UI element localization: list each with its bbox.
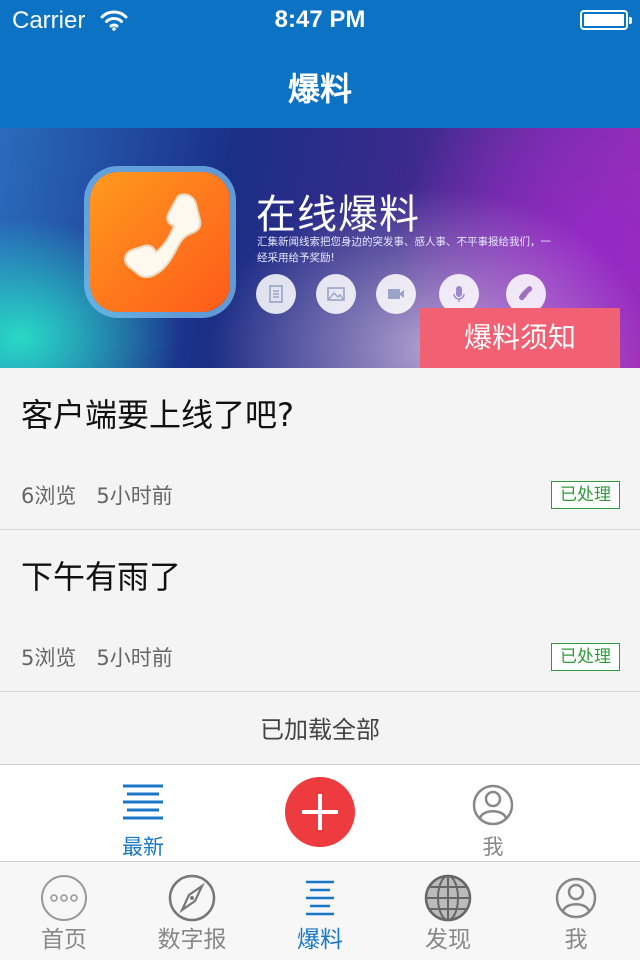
clock: 8:47 PM bbox=[274, 6, 366, 33]
document-icon[interactable] bbox=[256, 274, 296, 314]
item-title: 下午有雨了 bbox=[21, 558, 182, 596]
tab-label: 数字报 bbox=[157, 927, 227, 953]
me-tab[interactable]: 我 bbox=[433, 765, 553, 863]
item-views: 5浏览 bbox=[21, 646, 77, 670]
home-dots-icon bbox=[41, 875, 87, 921]
list-lines-icon bbox=[306, 880, 334, 916]
list-item[interactable]: 下午有雨了 5浏览 5小时前 已处理 bbox=[0, 530, 640, 692]
latest-tab[interactable]: 最新 bbox=[83, 765, 203, 863]
tab-bar: 首页 数字报 爆料 发现 我 bbox=[0, 862, 640, 960]
compass-icon bbox=[168, 874, 216, 922]
list-lines-icon bbox=[123, 784, 163, 820]
globe-icon bbox=[424, 874, 472, 922]
item-meta: 5浏览 5小时前 bbox=[21, 642, 173, 672]
video-icon[interactable] bbox=[376, 274, 416, 314]
list-footer: 已加载全部 bbox=[260, 716, 380, 744]
tab-me[interactable]: 我 bbox=[512, 862, 640, 960]
add-report-button[interactable] bbox=[285, 777, 355, 847]
top-bar: Carrier 8:47 PM 爆料 bbox=[0, 0, 640, 128]
tab-label: 发现 bbox=[425, 927, 471, 953]
item-meta: 6浏览 5小时前 bbox=[21, 480, 173, 510]
page-title: 爆料 bbox=[287, 70, 352, 108]
tab-digital-paper[interactable]: 数字报 bbox=[128, 862, 256, 960]
user-icon bbox=[555, 877, 597, 919]
me-label: 我 bbox=[482, 835, 504, 859]
tab-label: 我 bbox=[564, 927, 588, 953]
status-badge: 已处理 bbox=[551, 643, 620, 671]
sub-toolbar: 最新 我 bbox=[0, 764, 640, 862]
banner-subtitle: 汇集新闻线索把您身边的突发事、感人事、不平事报给我们，一经采用给予奖励! bbox=[257, 236, 551, 264]
status-badge: 已处理 bbox=[551, 481, 620, 509]
image-icon[interactable] bbox=[316, 274, 356, 314]
tab-report[interactable]: 爆料 bbox=[256, 862, 384, 960]
tab-label: 首页 bbox=[41, 927, 87, 953]
list-item[interactable]: 客户端要上线了吧? 6浏览 5小时前 已处理 bbox=[0, 368, 640, 530]
tab-discover[interactable]: 发现 bbox=[384, 862, 512, 960]
item-time: 5小时前 bbox=[96, 484, 173, 508]
user-icon bbox=[472, 784, 514, 826]
tab-label: 爆料 bbox=[297, 927, 343, 953]
item-title: 客户端要上线了吧? bbox=[21, 396, 294, 434]
phone-app-icon bbox=[90, 172, 230, 312]
latest-label: 最新 bbox=[122, 835, 164, 859]
status-bar: Carrier 8:47 PM bbox=[0, 0, 640, 40]
plus-icon bbox=[302, 794, 338, 830]
item-views: 6浏览 bbox=[21, 484, 77, 508]
notice-button[interactable]: 爆料须知 bbox=[420, 308, 620, 368]
item-time: 5小时前 bbox=[96, 646, 173, 670]
tab-home[interactable]: 首页 bbox=[0, 862, 128, 960]
battery-icon bbox=[580, 10, 632, 30]
banner-title: 在线爆料 bbox=[256, 192, 420, 238]
banner: 在线爆料 汇集新闻线索把您身边的突发事、感人事、不平事报给我们，一经采用给予奖励… bbox=[0, 128, 640, 368]
